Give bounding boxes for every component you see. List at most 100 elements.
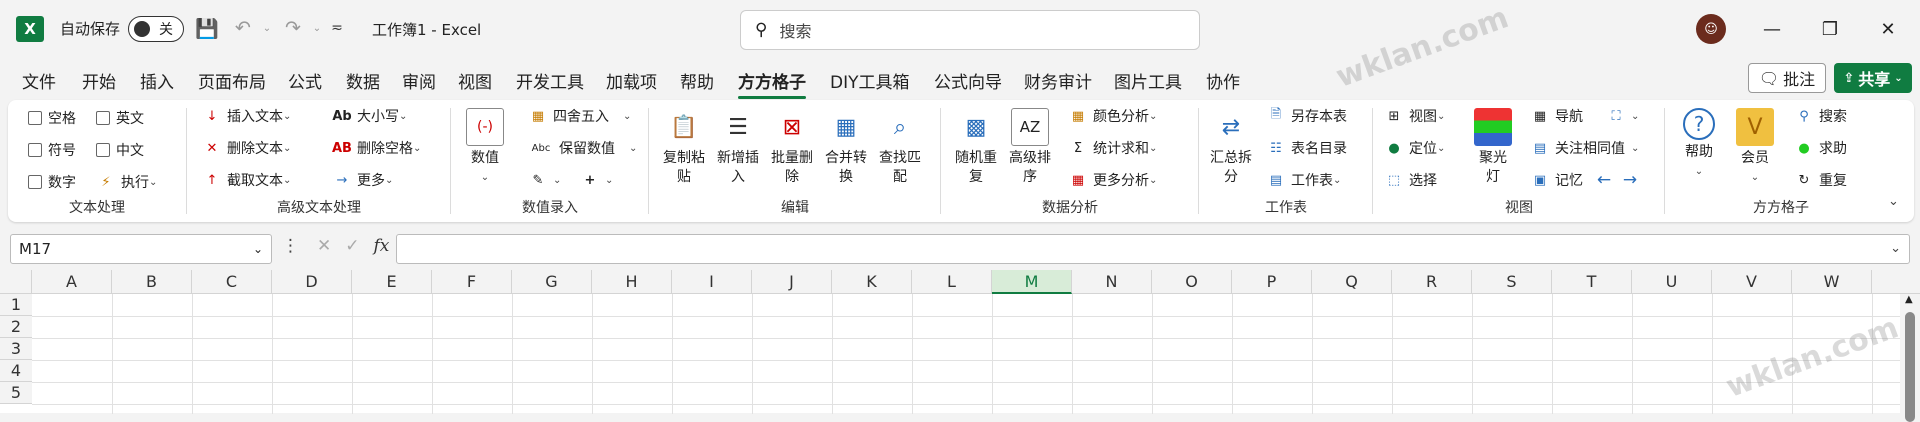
collapse-ribbon-button[interactable]: ⌄ [1888, 194, 1899, 209]
formula-input[interactable]: ⌄ [396, 234, 1910, 264]
select-all-corner[interactable] [0, 270, 32, 294]
batch-delete-button[interactable]: ⊠ 批量删 除 [766, 108, 818, 187]
tab-help[interactable]: 帮助 [680, 68, 714, 93]
tab-collab[interactable]: 协作 [1206, 68, 1240, 93]
focus-button[interactable]: ⛶ ⌄ [1606, 106, 1639, 126]
view-button[interactable]: ⊞ 视图 ⌄ [1384, 106, 1446, 126]
cancel-icon[interactable]: ✕ [317, 236, 331, 256]
col-header[interactable]: J [752, 270, 832, 294]
scrollbar-thumb[interactable] [1905, 312, 1915, 422]
color-analysis-button[interactable]: ▦ 颜色分析 ⌄ [1068, 106, 1158, 126]
col-header[interactable]: I [672, 270, 752, 294]
advanced-sort-button[interactable]: AZ 高级排 序 [1004, 108, 1056, 187]
keep-value-button[interactable]: Abc 保留数值 ⌄ [528, 138, 638, 158]
undo-icon[interactable]: ↶ [230, 15, 256, 41]
more-analysis-button[interactable]: ▦ 更多分析 ⌄ [1068, 170, 1158, 190]
remove-space-button[interactable]: AB 删除空格 ⌄ [332, 138, 421, 158]
tab-ffgz[interactable]: 方方格子 [738, 68, 806, 99]
tab-view[interactable]: 视图 [458, 68, 492, 93]
row-header[interactable]: 3 [0, 338, 32, 360]
scroll-up-icon[interactable]: ▲ [1905, 294, 1913, 305]
close-icon[interactable]: ✕ [1868, 14, 1908, 44]
col-header[interactable]: K [832, 270, 912, 294]
copy-paste-button[interactable]: 📋 复制粘 贴 [658, 108, 710, 187]
minimize-icon[interactable]: — [1752, 14, 1792, 44]
undo-dropdown-icon[interactable]: ⌄ [254, 15, 280, 41]
delete-text-button[interactable]: ✕ 删除文本 ⌄ [202, 138, 292, 158]
col-header[interactable]: A [32, 270, 112, 294]
summary-split-button[interactable]: ⇄ 汇总拆 分 [1202, 108, 1260, 187]
chinese-checkbox[interactable]: 中文 [96, 140, 144, 160]
forward-button[interactable]: → [1620, 170, 1645, 190]
locate-button[interactable]: ● 定位 ⌄ [1384, 138, 1445, 158]
col-header-selected[interactable]: M [992, 270, 1072, 294]
more-text-button[interactable]: → 更多 ⌄ [332, 170, 394, 190]
tab-formulas[interactable]: 公式 [288, 68, 322, 93]
case-button[interactable]: Ab 大小写 ⌄ [332, 106, 407, 126]
symbol-checkbox[interactable]: 符号 [28, 140, 76, 160]
member-button[interactable]: V 会员 ⌄ [1732, 108, 1778, 187]
watch-same-button[interactable]: ▤ 关注相同值 ⌄ [1530, 138, 1640, 158]
col-header[interactable]: E [352, 270, 432, 294]
edit-num-button[interactable]: ✎ ⌄ [528, 170, 562, 190]
redo-icon[interactable]: ↷ [280, 15, 306, 41]
col-header[interactable]: Q [1312, 270, 1392, 294]
numeric-button[interactable]: (-) 数值 ⌄ [466, 108, 504, 187]
col-header[interactable]: V [1712, 270, 1792, 294]
ask-help-button[interactable]: ● 求助 [1794, 138, 1847, 158]
tab-insert[interactable]: 插入 [140, 68, 174, 93]
help-button[interactable]: ? 帮助 ⌄ [1676, 108, 1722, 181]
select-button[interactable]: ⬚ 选择 [1384, 170, 1437, 190]
repeat-button[interactable]: ↻ 重复 [1794, 170, 1847, 190]
memory-button[interactable]: ▣ 记忆 [1530, 170, 1583, 190]
col-header[interactable]: T [1552, 270, 1632, 294]
tab-picture-tools[interactable]: 图片工具 [1114, 68, 1182, 93]
tab-page-layout[interactable]: 页面布局 [198, 68, 266, 93]
insert-text-button[interactable]: ↓ 插入文本 ⌄ [202, 106, 292, 126]
col-header[interactable]: N [1072, 270, 1152, 294]
search-input[interactable]: ⚲ 搜索 [740, 10, 1200, 50]
save-sheet-button[interactable]: 🗎 另存本表 [1266, 106, 1347, 126]
col-header[interactable]: B [112, 270, 192, 294]
space-checkbox[interactable]: 空格 [28, 108, 76, 128]
customize-toolbar-icon[interactable]: ≂ [324, 15, 350, 41]
tab-data[interactable]: 数据 [346, 68, 380, 93]
execute-button[interactable]: ⚡ 执行 ⌄ [96, 172, 157, 192]
col-header[interactable]: L [912, 270, 992, 294]
avatar[interactable]: ☺ [1696, 14, 1726, 44]
tab-home[interactable]: 开始 [82, 68, 116, 93]
row-header[interactable]: 5 [0, 382, 32, 404]
sheet-index-button[interactable]: ☷ 表名目录 [1266, 138, 1347, 158]
fx-icon[interactable]: fx [374, 236, 390, 256]
worksheet-button[interactable]: ▤ 工作表 ⌄ [1266, 170, 1342, 190]
col-header[interactable]: G [512, 270, 592, 294]
insert-new-button[interactable]: ☰ 新增插 入 [712, 108, 764, 187]
expand-formula-icon[interactable]: ⌄ [1890, 241, 1901, 256]
english-checkbox[interactable]: 英文 [96, 108, 144, 128]
col-header[interactable]: F [432, 270, 512, 294]
col-header[interactable]: U [1632, 270, 1712, 294]
navigate-button[interactable]: ▦ 导航 [1530, 106, 1583, 126]
share-button[interactable]: ⇪ 共享 ⌄ [1834, 63, 1912, 93]
number-checkbox[interactable]: 数字 [28, 172, 76, 192]
extract-text-button[interactable]: ↑ 截取文本 ⌄ [202, 170, 292, 190]
comment-button[interactable]: 🗨 批注 [1748, 63, 1826, 93]
vertical-scrollbar[interactable]: ▲ [1900, 294, 1920, 422]
row-header[interactable]: 2 [0, 316, 32, 338]
col-header[interactable]: O [1152, 270, 1232, 294]
spotlight-button[interactable]: 聚光 灯 [1470, 108, 1516, 187]
tab-formula-wizard[interactable]: 公式向导 [934, 68, 1002, 93]
row-header[interactable]: 4 [0, 360, 32, 382]
search-button[interactable]: ⚲ 搜索 [1794, 106, 1847, 126]
row-header[interactable]: 1 [0, 294, 32, 316]
enter-icon[interactable]: ✓ [345, 236, 359, 256]
stats-sum-button[interactable]: Σ 统计求和 ⌄ [1068, 138, 1158, 158]
merge-convert-button[interactable]: ▦ 合并转 换 [820, 108, 872, 187]
col-header[interactable]: P [1232, 270, 1312, 294]
col-header[interactable]: C [192, 270, 272, 294]
col-header[interactable]: H [592, 270, 672, 294]
tab-audit[interactable]: 财务审计 [1024, 68, 1092, 93]
find-match-button[interactable]: ⌕ 查找匹 配 [874, 108, 926, 187]
col-header[interactable]: R [1392, 270, 1472, 294]
tab-addins[interactable]: 加载项 [606, 68, 657, 93]
